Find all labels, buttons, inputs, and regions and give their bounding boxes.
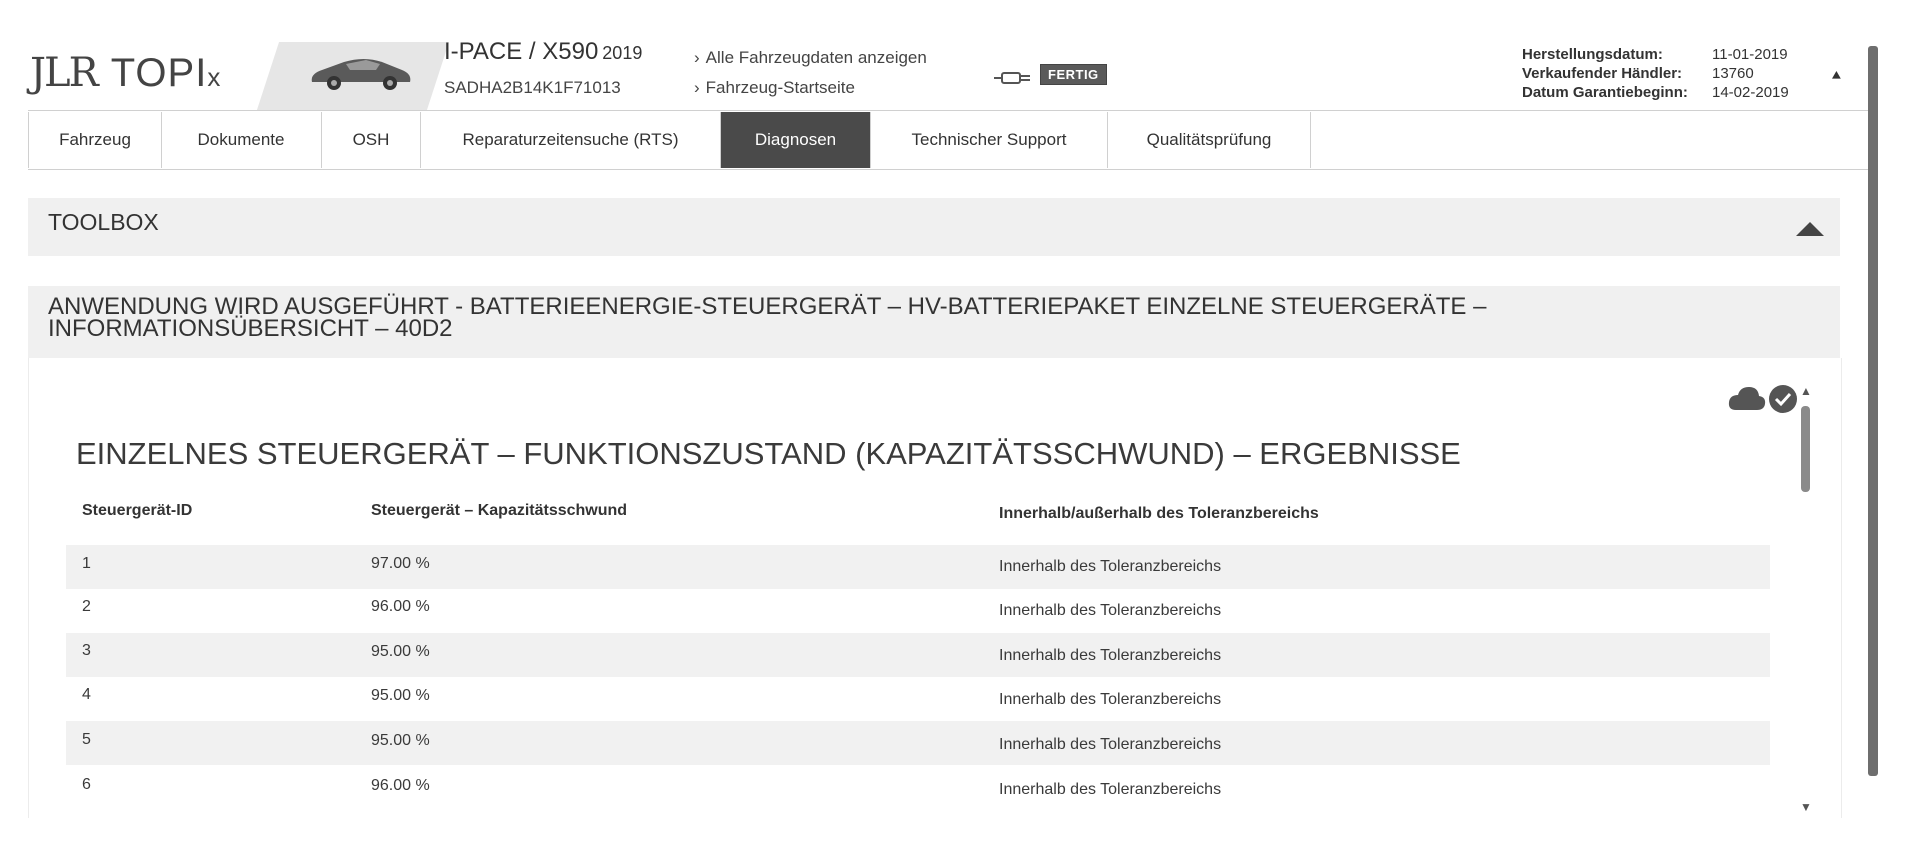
double-chevron-up-icon[interactable]: ⯅ bbox=[1830, 68, 1843, 86]
warranty-start-label: Datum Garantiebeginn: bbox=[1522, 84, 1688, 101]
all-vehicle-data-link[interactable]: › Alle Fahrzeugdaten anzeigen bbox=[694, 48, 927, 68]
cell-tolerance: Innerhalb des Toleranzbereichs bbox=[999, 647, 1222, 664]
logo-jlr: JLR bbox=[30, 50, 99, 96]
scroll-down-icon[interactable]: ▼ bbox=[1800, 800, 1812, 814]
plug-icon bbox=[994, 72, 1030, 84]
content-scrollbar[interactable] bbox=[1801, 406, 1810, 492]
tab-diagnosen[interactable]: Diagnosen bbox=[721, 112, 871, 168]
logo-x: x bbox=[207, 62, 222, 92]
table-row bbox=[66, 765, 1770, 809]
check-circle-icon[interactable] bbox=[1768, 384, 1798, 414]
scroll-up-icon[interactable]: ▲ bbox=[1800, 384, 1812, 398]
column-header-tolerance: Innerhalb/außerhalb des Toleranzbereichs bbox=[999, 505, 1319, 522]
tab-fahrzeug[interactable]: Fahrzeug bbox=[28, 112, 162, 168]
cell-id: 1 bbox=[82, 555, 91, 572]
table-row bbox=[66, 721, 1770, 765]
cell-capacity: 97.00 % bbox=[371, 555, 430, 572]
manufacture-date-value: 11-01-2019 bbox=[1712, 46, 1788, 63]
chevron-right-icon: › bbox=[694, 48, 700, 67]
cloud-icon[interactable] bbox=[1728, 384, 1766, 412]
cell-tolerance: Innerhalb des Toleranzbereichs bbox=[999, 781, 1222, 798]
cell-id: 6 bbox=[82, 776, 91, 793]
tab-rts[interactable]: Reparaturzeitensuche (RTS) bbox=[421, 112, 721, 168]
cell-capacity: 96.00 % bbox=[371, 777, 430, 794]
vin-number: SADHA2B14K1F71013 bbox=[444, 78, 621, 97]
warranty-start-value: 14-02-2019 bbox=[1712, 84, 1789, 101]
table-row bbox=[66, 677, 1770, 721]
triangle-up-icon[interactable] bbox=[1796, 222, 1824, 236]
cell-tolerance: Innerhalb des Toleranzbereichs bbox=[999, 736, 1222, 753]
tab-dokumente[interactable]: Dokumente bbox=[161, 112, 322, 168]
cell-tolerance: Innerhalb des Toleranzbereichs bbox=[999, 558, 1222, 575]
vehicle-title: I-PACE / X590 2019 bbox=[444, 38, 642, 66]
status-badge: FERTIG bbox=[1040, 64, 1107, 85]
tab-osh[interactable]: OSH bbox=[322, 112, 421, 168]
vehicle-home-label: Fahrzeug-Startseite bbox=[705, 78, 855, 97]
cell-capacity: 95.00 % bbox=[371, 732, 430, 749]
vehicle-year: 2019 bbox=[602, 43, 643, 63]
cell-id: 3 bbox=[82, 642, 91, 659]
manufacture-date-label: Herstellungsdatum: bbox=[1522, 46, 1663, 63]
cell-id: 5 bbox=[82, 731, 91, 748]
dealer-label: Verkaufender Händler: bbox=[1522, 65, 1683, 82]
toolbox-title: TOOLBOX bbox=[48, 209, 159, 235]
tab-technischer-support[interactable]: Technischer Support bbox=[871, 112, 1108, 168]
logo-topix: TOPI bbox=[110, 51, 208, 95]
vehicle-model: I-PACE / X590 bbox=[444, 38, 599, 65]
all-vehicle-data-label: Alle Fahrzeugdaten anzeigen bbox=[705, 48, 927, 67]
table-row bbox=[66, 633, 1770, 677]
cell-tolerance: Innerhalb des Toleranzbereichs bbox=[999, 691, 1222, 708]
cell-id: 2 bbox=[82, 598, 91, 615]
page-scrollbar[interactable] bbox=[1868, 46, 1878, 776]
cell-capacity: 95.00 % bbox=[371, 687, 430, 704]
application-title: ANWENDUNG WIRD AUSGEFÜHRT - BATTERIEENER… bbox=[48, 293, 1487, 342]
table-row bbox=[66, 589, 1770, 633]
toolbox-panel[interactable] bbox=[28, 198, 1840, 256]
topix-logo: JLR TOPIx bbox=[30, 50, 221, 96]
chevron-right-icon: › bbox=[694, 78, 700, 97]
dealer-value: 13760 bbox=[1712, 65, 1754, 82]
column-header-capacity: Steuergerät – Kapazitätsschwund bbox=[371, 502, 628, 519]
results-title: EINZELNES STEUERGERÄT – FUNKTIONSZUSTAND… bbox=[76, 436, 1461, 471]
vehicle-home-link[interactable]: › Fahrzeug-Startseite bbox=[694, 78, 855, 98]
cell-capacity: 95.00 % bbox=[371, 643, 430, 660]
cell-id: 4 bbox=[82, 686, 91, 703]
cell-tolerance: Innerhalb des Toleranzbereichs bbox=[999, 602, 1222, 619]
cell-capacity: 96.00 % bbox=[371, 598, 430, 615]
table-row bbox=[66, 545, 1770, 589]
tab-qualitaetspruefung[interactable]: Qualitätsprüfung bbox=[1108, 112, 1311, 168]
column-header-id: Steuergerät-ID bbox=[82, 502, 193, 519]
car-icon bbox=[311, 59, 411, 90]
